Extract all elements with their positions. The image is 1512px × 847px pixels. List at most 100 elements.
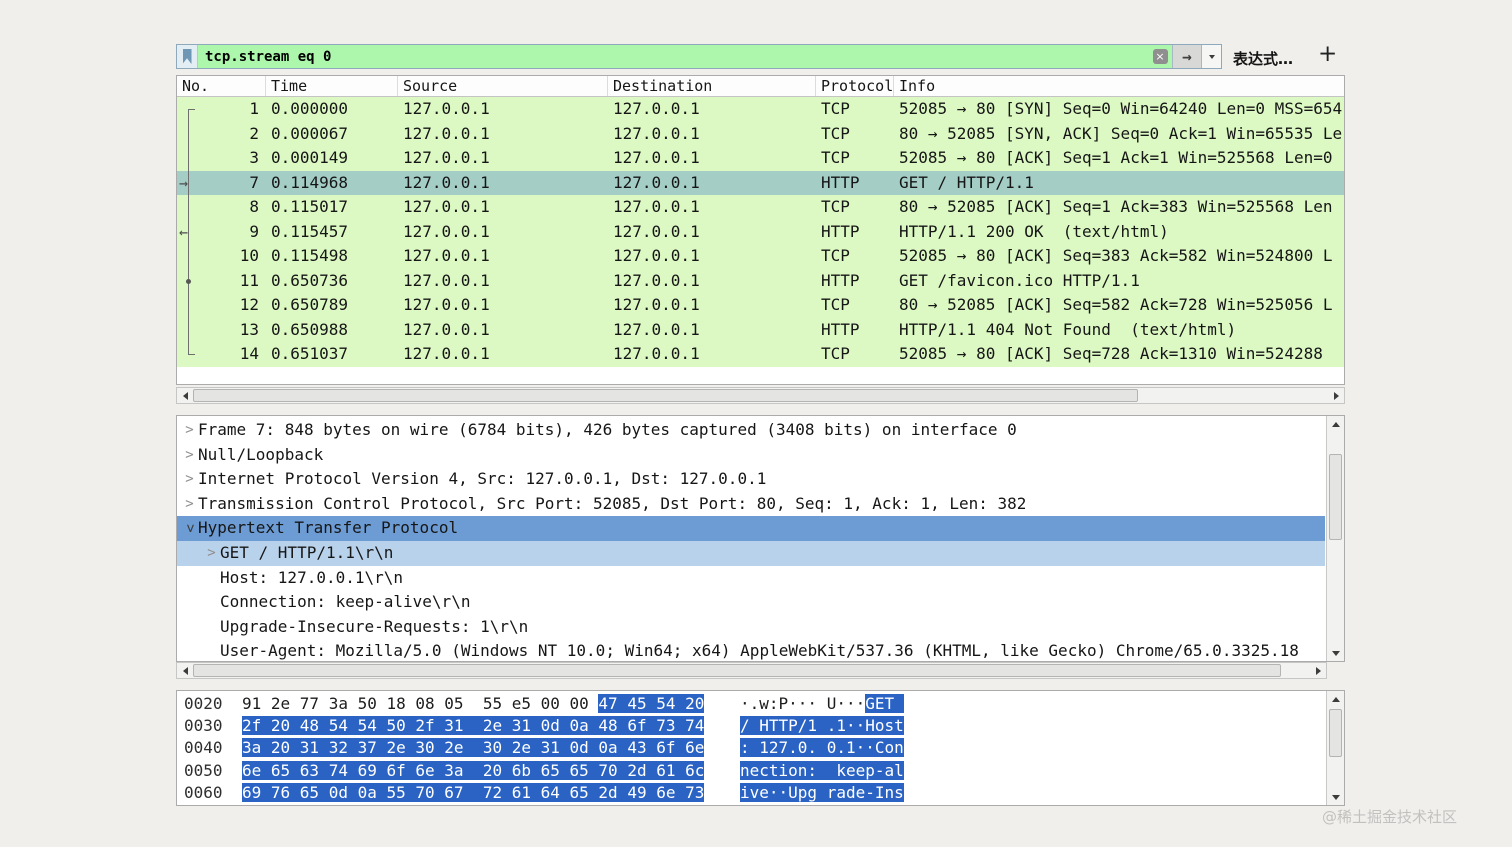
- packet-cell-destination: 127.0.0.1: [613, 123, 700, 143]
- filter-apply-button[interactable]: →: [1172, 45, 1201, 68]
- details-hscrollbar[interactable]: [176, 662, 1327, 679]
- column-header-time[interactable]: Time: [266, 76, 398, 96]
- display-filter-input[interactable]: tcp.stream eq 0: [198, 45, 1148, 68]
- scroll-up-button[interactable]: [1327, 691, 1344, 707]
- filter-bookmark-button[interactable]: [177, 45, 198, 68]
- packet-list-pane: No. Time Source Destination Protocol Info 1 0.…: [176, 75, 1345, 385]
- packet-cell-protocol: TCP: [821, 123, 850, 143]
- scroll-down-button[interactable]: [1327, 645, 1344, 661]
- hex-row[interactable]: 0060 69 76 65 0d 0a 55 70 67 72 61 64 65 …: [177, 782, 1325, 804]
- packet-cell-source: 127.0.0.1: [403, 99, 490, 118]
- scroll-right-button[interactable]: [1310, 663, 1326, 678]
- packet-cell-protocol: TCP: [821, 344, 850, 363]
- packet-cell-no: 3: [249, 148, 259, 167]
- packet-row[interactable]: 11 0.650736 127.0.0.1 127.0.0.1 HTTP GET /fav…: [177, 268, 1344, 293]
- packet-row[interactable]: 1 0.000000 127.0.0.1 127.0.0.1 TCP 52085 → 80…: [177, 97, 1344, 122]
- packet-cell-time: 0.651037: [271, 344, 349, 363]
- packet-cell-source: 127.0.0.1: [403, 148, 490, 167]
- packet-row[interactable]: 13 0.650988 127.0.0.1 127.0.0.1 HTTP HTTP/1.1…: [177, 317, 1344, 342]
- scroll-left-button[interactable]: [177, 388, 193, 403]
- column-header-info[interactable]: Info: [894, 76, 1344, 96]
- packet-cell-protocol: HTTP: [821, 270, 860, 290]
- hex-bytes: 3a 20 31 32 37 2e 30 2e 30 2e 31 0d 0a 4…: [242, 737, 712, 759]
- packet-details-pane: > Frame 7: 848 bytes on wire (6784 bits),…: [176, 415, 1345, 662]
- packet-row[interactable]: 8 0.115017 127.0.0.1 127.0.0.1 TCP 80 → 52085…: [177, 195, 1344, 220]
- packet-cell-destination: 127.0.0.1: [613, 319, 700, 339]
- packet-cell-source: 127.0.0.1: [403, 123, 490, 143]
- packet-row[interactable]: 14 0.651037 127.0.0.1 127.0.0.1 TCP 52085 → 8…: [177, 342, 1344, 367]
- packet-cell-destination: 127.0.0.1: [613, 270, 700, 290]
- left-arrow-icon: [182, 666, 188, 675]
- packet-list-hscrollbar[interactable]: [176, 387, 1345, 404]
- expander-icon[interactable]: >: [177, 520, 202, 537]
- column-header-destination[interactable]: Destination: [608, 76, 816, 96]
- hex-segment: 3a 20 31 32 37 2e 30 2e 30 2e 31 0d 0a 4…: [242, 738, 705, 758]
- scroll-track[interactable]: [193, 663, 1310, 678]
- detail-line[interactable]: Upgrade-Insecure-Requests: 1\r\n: [177, 615, 1325, 640]
- packet-row[interactable]: 7 0.114968 127.0.0.1 127.0.0.1 HTTP GET / HTT…: [177, 170, 1344, 195]
- hex-row[interactable]: 0030 2f 20 48 54 54 50 2f 31 2e 31 0d 0a …: [177, 715, 1325, 737]
- detail-line[interactable]: Connection: keep-alive\r\n: [177, 590, 1325, 615]
- scroll-thumb[interactable]: [1329, 709, 1342, 757]
- scroll-thumb[interactable]: [1329, 454, 1342, 540]
- detail-line[interactable]: > Internet Protocol Version 4, Src: 127.0…: [177, 467, 1325, 492]
- packet-cell-no: 7: [249, 172, 259, 192]
- detail-line[interactable]: User-Agent: Mozilla/5.0 (Windows NT 10.0…: [177, 639, 1325, 661]
- hex-row[interactable]: 0050 6e 65 63 74 69 6f 6e 3a 20 6b 65 65 …: [177, 760, 1325, 782]
- packet-row[interactable]: 12 0.650789 127.0.0.1 127.0.0.1 TCP 80 → 5208…: [177, 293, 1344, 318]
- detail-text: Upgrade-Insecure-Requests: 1\r\n: [220, 616, 529, 636]
- column-header-no[interactable]: No.: [177, 76, 266, 96]
- expander-icon[interactable]: >: [181, 418, 198, 443]
- packet-cell-protocol: HTTP: [821, 221, 860, 241]
- scroll-track[interactable]: [1327, 432, 1344, 645]
- hex-row[interactable]: 0040 3a 20 31 32 37 2e 30 2e 30 2e 31 0d …: [177, 737, 1325, 759]
- expander-icon[interactable]: >: [181, 492, 198, 517]
- detail-line[interactable]: > GET / HTTP/1.1\r\n: [177, 540, 1325, 566]
- expression-button[interactable]: 表达式…: [1233, 48, 1293, 69]
- detail-line[interactable]: > Null/Loopback: [177, 443, 1325, 468]
- details-vscrollbar[interactable]: [1326, 416, 1344, 661]
- packet-cell-time: 0.000149: [271, 148, 349, 167]
- scroll-right-button[interactable]: [1328, 388, 1344, 403]
- packet-row[interactable]: 3 0.000149 127.0.0.1 127.0.0.1 TCP 52085 → 80…: [177, 146, 1344, 171]
- down-arrow-icon: [1331, 794, 1340, 800]
- hex-vscrollbar[interactable]: [1326, 691, 1344, 805]
- packet-row[interactable]: 9 0.115457 127.0.0.1 127.0.0.1 HTTP HTTP/1.1 …: [177, 219, 1344, 244]
- scroll-left-button[interactable]: [177, 663, 193, 678]
- hex-segment: 2f 20 48 54 54 50 2f 31 2e 31 0d 0a 48 6…: [242, 716, 705, 736]
- column-header-protocol[interactable]: Protocol: [816, 76, 894, 96]
- scroll-track[interactable]: [1327, 707, 1344, 789]
- packet-cell-no: 11: [239, 270, 259, 290]
- packet-row[interactable]: 10 0.115498 127.0.0.1 127.0.0.1 TCP 52085 → 8…: [177, 244, 1344, 269]
- hex-row[interactable]: 0020 91 2e 77 3a 50 18 08 05 55 e5 00 00 …: [177, 693, 1325, 715]
- ascii-segment: nection: keep-al: [740, 760, 904, 780]
- expander-icon[interactable]: >: [181, 443, 198, 468]
- ascii-segment: ive··Upg rade-Ins: [740, 782, 904, 802]
- ascii-bytes: : 127.0. 0.1··Con: [740, 738, 904, 758]
- packet-row[interactable]: 2 0.000067 127.0.0.1 127.0.0.1 TCP 80 → 52085…: [177, 121, 1344, 146]
- packet-cell-source: 127.0.0.1: [403, 172, 490, 192]
- packet-cell-no: 12: [239, 295, 259, 314]
- ascii-bytes: ·.w:P··· U···GET: [740, 694, 904, 713]
- expander-icon[interactable]: >: [203, 541, 220, 566]
- filter-clear-button[interactable]: ×: [1148, 45, 1172, 68]
- column-header-source[interactable]: Source: [398, 76, 608, 96]
- detail-line[interactable]: > Hypertext Transfer Protocol: [177, 516, 1325, 541]
- detail-line[interactable]: > Transmission Control Protocol, Src Port…: [177, 492, 1325, 517]
- scroll-thumb[interactable]: [193, 389, 1138, 402]
- scroll-up-button[interactable]: [1327, 416, 1344, 432]
- packet-cell-no: 2: [249, 123, 259, 143]
- packet-cell-destination: 127.0.0.1: [613, 172, 700, 192]
- expander-icon[interactable]: >: [181, 467, 198, 492]
- display-filter-bar[interactable]: tcp.stream eq 0 × →: [176, 44, 1222, 69]
- scroll-down-button[interactable]: [1327, 789, 1344, 805]
- packet-cell-destination: 127.0.0.1: [613, 344, 700, 363]
- scroll-thumb[interactable]: [193, 664, 1281, 677]
- scroll-track[interactable]: [193, 388, 1328, 403]
- add-filter-button[interactable]: +: [1318, 41, 1337, 67]
- detail-line[interactable]: Host: 127.0.0.1\r\n: [177, 566, 1325, 591]
- detail-line[interactable]: > Frame 7: 848 bytes on wire (6784 bits),…: [177, 418, 1325, 443]
- filter-history-dropdown[interactable]: [1201, 45, 1221, 68]
